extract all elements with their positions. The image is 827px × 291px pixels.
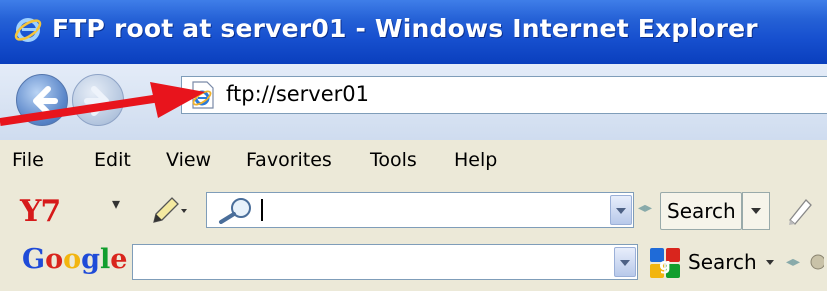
yahoo-search-button[interactable]: Search: [660, 192, 742, 230]
google-search-icon: g: [650, 248, 680, 278]
toolbar-grip[interactable]: ◂▸: [638, 200, 652, 216]
google-logo-letter: g: [81, 244, 100, 275]
menu-edit[interactable]: Edit: [94, 149, 131, 171]
google-logo[interactable]: Google: [22, 244, 127, 275]
google-logo-letter: G: [22, 244, 46, 275]
text-caret: [261, 199, 263, 221]
yahoo-search-options-dropdown[interactable]: [742, 192, 770, 230]
google-logo-letter: o: [45, 244, 64, 275]
menu-help[interactable]: Help: [454, 149, 497, 171]
magnifier-icon: [219, 198, 251, 224]
highlighter-icon[interactable]: [784, 194, 814, 226]
toolbar-grip[interactable]: ◂▸: [786, 254, 800, 270]
google-logo-letter: l: [99, 244, 111, 275]
svg-text:g: g: [659, 255, 670, 274]
ie-icon: [14, 18, 42, 42]
google-logo-letter: o: [63, 244, 82, 275]
google-toolbar: Google g Search ◂▸: [0, 236, 827, 291]
google-search-button[interactable]: g Search: [648, 246, 778, 280]
yahoo-search-button-label: Search: [667, 199, 736, 223]
google-search-history-dropdown[interactable]: [614, 247, 636, 277]
toolbar-button-icon[interactable]: [808, 250, 824, 274]
red-arrow-icon: [0, 82, 205, 126]
menu-favorites[interactable]: Favorites: [246, 149, 332, 171]
menu-bar: File Edit View Favorites Tools Help: [0, 140, 827, 184]
pencil-icon[interactable]: [150, 194, 190, 226]
yahoo-toolbar: Y7 ▾ ◂▸ Search: [0, 184, 827, 236]
yahoo-menu-dropdown[interactable]: ▾: [112, 194, 120, 213]
google-search-button-label: Search: [688, 250, 757, 274]
window-title: FTP root at server01 - Windows Internet …: [52, 14, 758, 43]
yahoo-logo[interactable]: Y7: [20, 194, 61, 229]
chevron-down-icon: [766, 260, 774, 265]
yahoo-search-input[interactable]: [206, 192, 634, 228]
address-url: ftp://server01: [226, 82, 370, 106]
menu-tools[interactable]: Tools: [370, 149, 417, 171]
google-search-input[interactable]: [132, 244, 638, 280]
menu-file[interactable]: File: [12, 149, 44, 171]
yahoo-search-history-dropdown[interactable]: [610, 195, 632, 225]
menu-view[interactable]: View: [166, 149, 211, 171]
address-bar[interactable]: ftp://server01: [181, 76, 827, 114]
google-logo-letter: e: [110, 244, 128, 275]
window-title-bar[interactable]: FTP root at server01 - Windows Internet …: [0, 0, 827, 64]
